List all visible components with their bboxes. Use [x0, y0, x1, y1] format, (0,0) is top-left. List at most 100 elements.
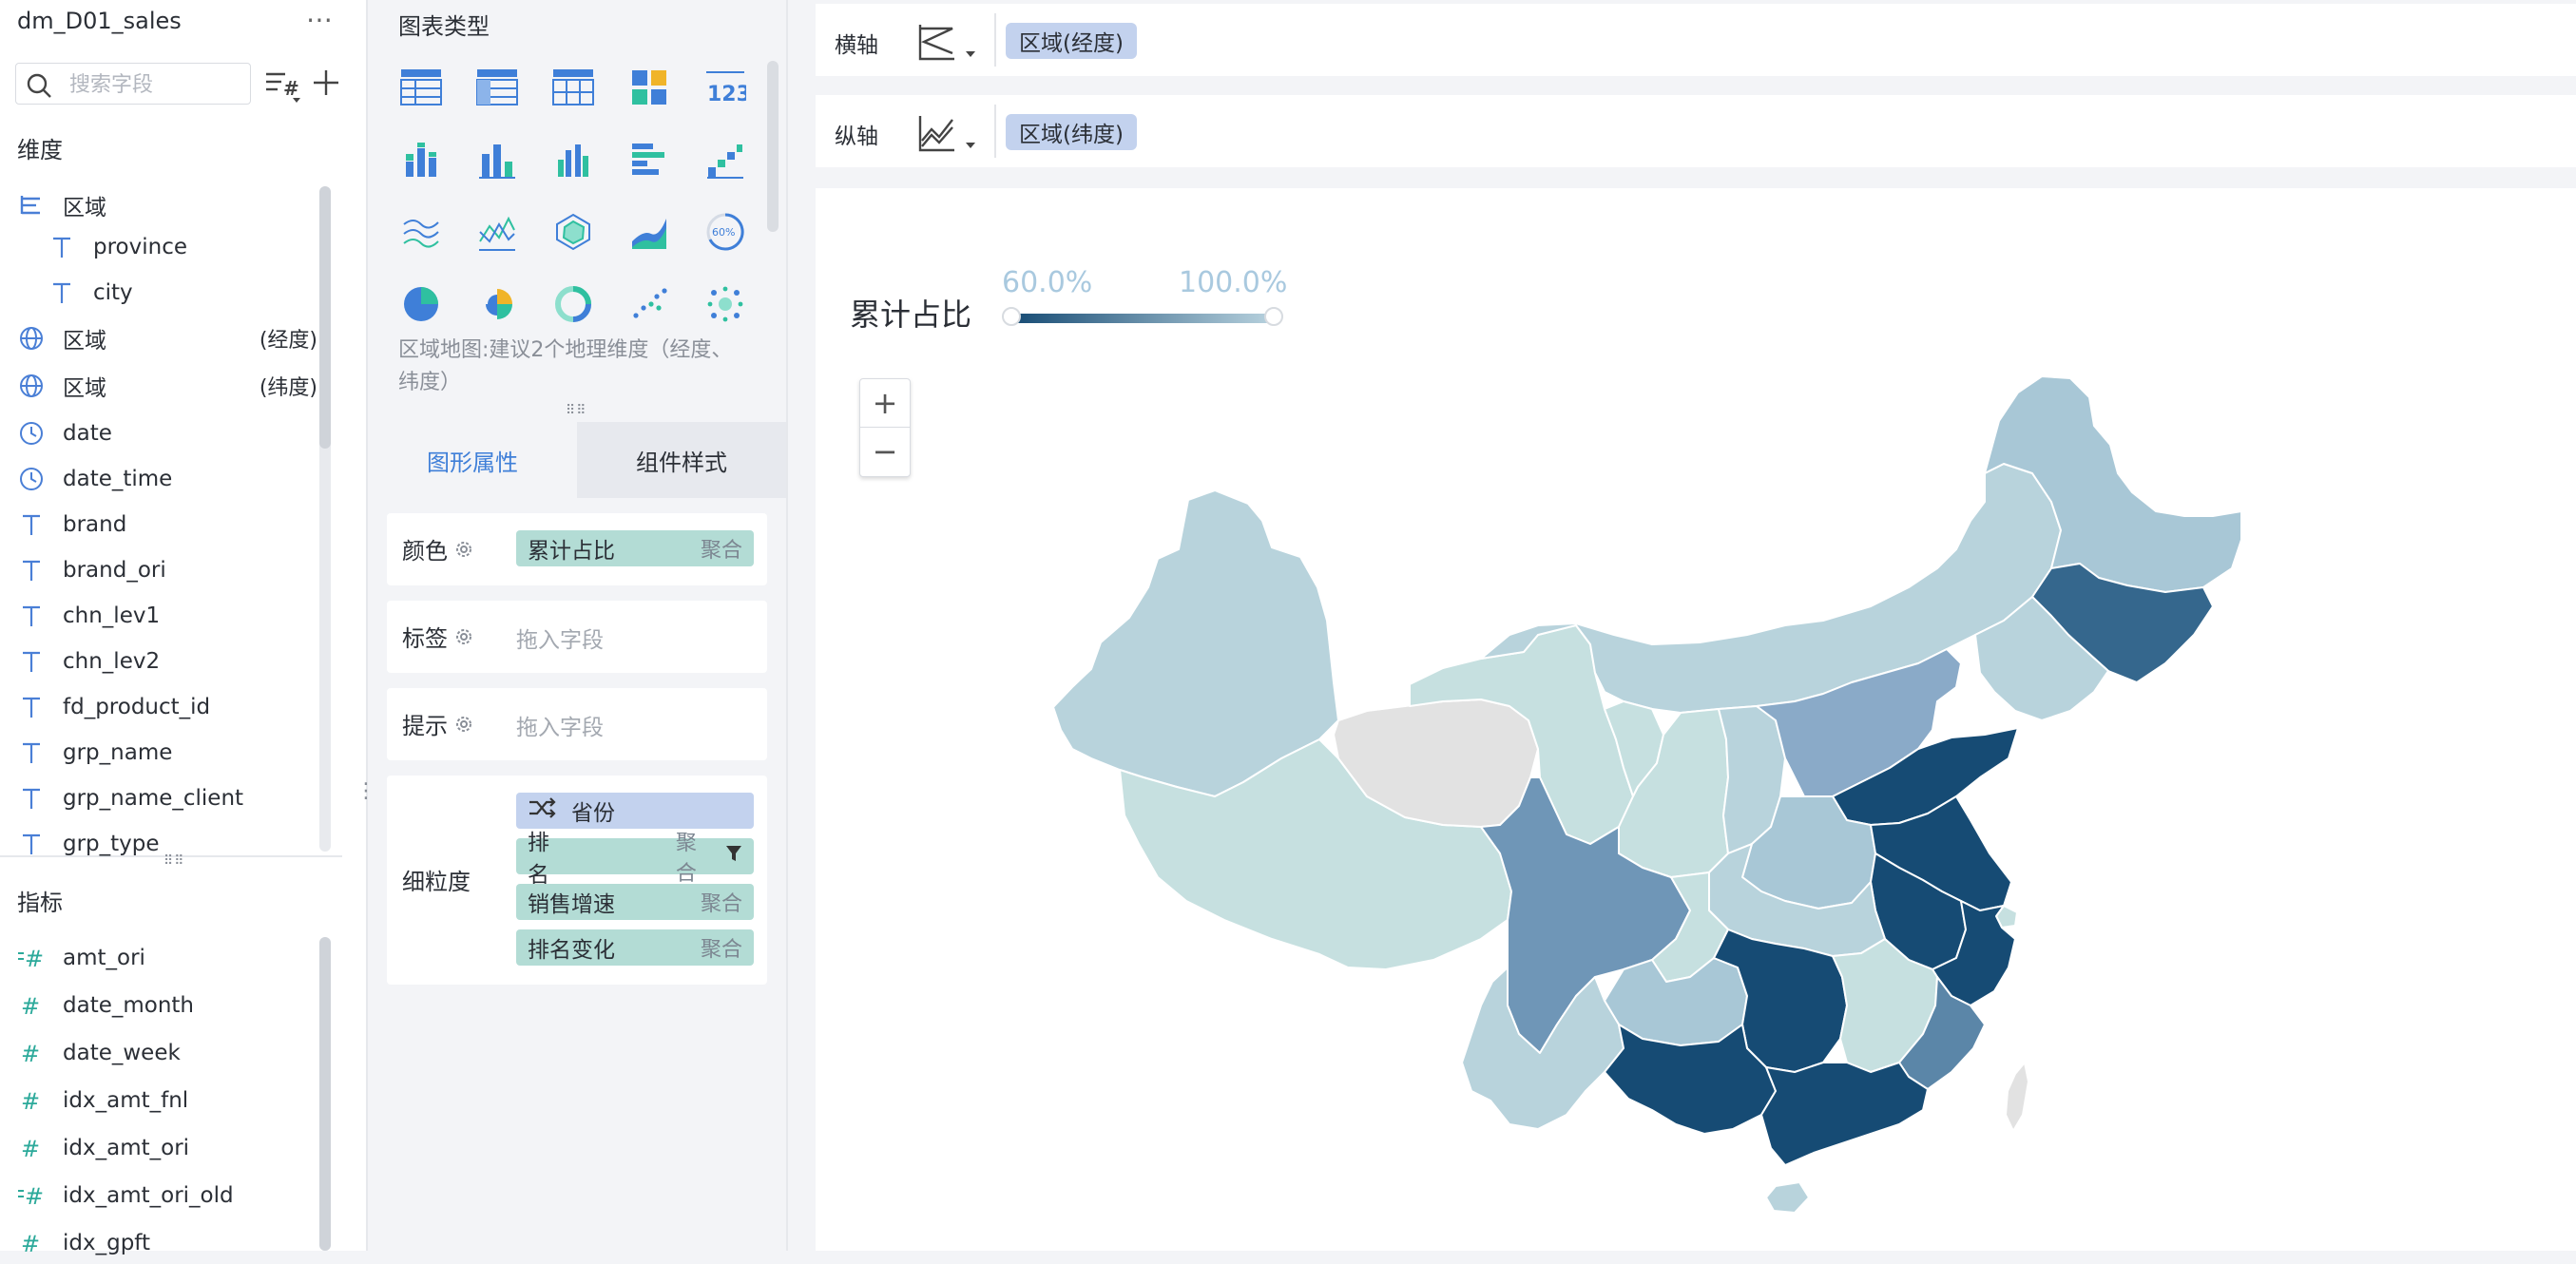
measure-field-item[interactable]: # idx_amt_ori_old: [17, 1175, 317, 1216]
dimension-field-item[interactable]: province: [48, 226, 317, 268]
dimension-field-item[interactable]: chn_lev1: [17, 595, 317, 637]
dimension-field-item[interactable]: brand_ori: [17, 549, 317, 591]
measure-field-item[interactable]: # date_week: [17, 1032, 317, 1074]
measure-scrollbar[interactable]: [319, 937, 331, 1251]
y-axis-field-pill[interactable]: 区域(纬度): [1006, 114, 1137, 150]
detail-field-pill[interactable]: 销售增速 聚合: [516, 884, 754, 920]
dimension-field-item[interactable]: 区域 (纬度): [17, 365, 317, 407]
x-axis-label: 横轴: [835, 33, 878, 58]
chart-type-stacked-bar[interactable]: [396, 135, 446, 184]
chart-type-kpi[interactable]: 123: [701, 63, 750, 112]
bubble-chart-icon: [707, 286, 743, 322]
chart-type-radar[interactable]: [548, 207, 598, 257]
add-field-icon[interactable]: [310, 67, 342, 99]
measure-field-item[interactable]: # date_month: [17, 985, 317, 1026]
hierarchy-icon: [17, 191, 46, 220]
dimension-field-item[interactable]: chn_lev2: [17, 641, 317, 682]
tooltip-drop-zone[interactable]: 拖入字段: [516, 709, 604, 741]
measure-field-item[interactable]: # idx_gpft: [17, 1222, 317, 1264]
dimension-field-label: province: [93, 235, 187, 259]
tab-component-style[interactable]: 组件样式: [577, 422, 786, 498]
dimension-field-item[interactable]: grp_name_client: [17, 777, 317, 819]
measure-field-item[interactable]: # amt_ori: [17, 937, 317, 979]
svg-text:123: 123: [707, 83, 746, 106]
chart-type-waterfall[interactable]: [701, 135, 750, 184]
chart-type-group-table[interactable]: [472, 63, 522, 112]
chart-type-heat-grid[interactable]: [625, 63, 674, 112]
chart-type-table[interactable]: [396, 63, 446, 112]
field-search-input[interactable]: [67, 69, 242, 100]
color-settings-gear-icon[interactable]: [453, 539, 474, 560]
detail-field-pill[interactable]: 排名 聚合: [516, 831, 754, 888]
chart-type-bar[interactable]: [472, 135, 522, 184]
chart-type-rose[interactable]: [472, 279, 522, 329]
measure-field-label: idx_amt_fnl: [63, 1088, 189, 1113]
chart-hint-text: 区域地图:建议2个地理维度（经度、纬度）: [398, 338, 733, 394]
x-axis-field-pill[interactable]: 区域(经度): [1006, 23, 1137, 59]
dimension-field-item[interactable]: grp_type: [17, 823, 317, 865]
gauge-chart-icon: 60%: [706, 213, 744, 251]
svg-text:#: #: [21, 1231, 40, 1255]
dimension-field-item[interactable]: 区域 (经度): [17, 317, 317, 359]
dimension-field-item[interactable]: brand: [17, 504, 317, 546]
measure-field-item[interactable]: # idx_amt_fnl: [17, 1080, 317, 1121]
tooltip-settings-gear-icon[interactable]: [453, 714, 474, 735]
dimension-field-item[interactable]: fd_product_id: [17, 686, 317, 728]
chart-type-gauge[interactable]: 60%: [701, 207, 750, 257]
china-choropleth-map[interactable]: [816, 188, 2576, 1251]
group-table-icon: [476, 69, 518, 105]
text-type-icon: [17, 647, 46, 676]
chart-types-scrollbar[interactable]: [767, 61, 779, 232]
svg-text:#: #: [21, 1041, 40, 1065]
detail-field-agg: 聚合: [675, 832, 697, 886]
dimension-scrollbar[interactable]: [319, 186, 331, 852]
region-guangdong[interactable]: [1760, 1062, 1929, 1166]
text-type-icon: [17, 784, 46, 813]
text-type-icon: [48, 278, 76, 307]
stacked-bar-icon: [406, 143, 436, 177]
detail-field-pill[interactable]: 排名变化 聚合: [516, 929, 754, 966]
chart-types-resize-handle[interactable]: ⠿⠿: [566, 403, 587, 418]
detail-field-name: 销售增速: [528, 892, 615, 917]
tab-graphic-properties[interactable]: 图形属性: [368, 422, 577, 498]
chart-type-horizontal-bar[interactable]: [625, 135, 674, 184]
chart-type-grouped-bar[interactable]: [548, 135, 598, 184]
text-type-icon: [48, 233, 76, 261]
dimension-field-item[interactable]: grp_name: [17, 732, 317, 774]
label-drop-zone[interactable]: 拖入字段: [516, 622, 604, 654]
field-search-box[interactable]: [15, 63, 251, 105]
region-hainan[interactable]: [1765, 1181, 1810, 1214]
filter-icon[interactable]: [725, 844, 742, 869]
field-sort-icon[interactable]: #: [264, 67, 302, 105]
clock-icon: [17, 465, 46, 493]
chart-type-polyline[interactable]: [472, 207, 522, 257]
chart-type-line[interactable]: [396, 207, 446, 257]
property-tabs: 图形属性 组件样式: [368, 422, 786, 498]
chart-type-donut[interactable]: [548, 279, 598, 329]
map-canvas: 累计占比 60.0% 100.0% + −: [816, 188, 2576, 1251]
dimension-field-item[interactable]: city: [48, 272, 317, 314]
table-chart-icon: [400, 69, 442, 105]
color-property: 颜色 累计占比 聚合: [387, 513, 767, 585]
chart-type-area[interactable]: [625, 207, 674, 257]
clock-icon: [17, 419, 46, 448]
chart-type-bubble[interactable]: [701, 279, 750, 329]
detail-field-agg: 聚合: [700, 892, 742, 916]
chart-type-scatter[interactable]: [625, 279, 674, 329]
dimension-scrollbar-thumb[interactable]: [319, 186, 331, 449]
measure-scrollbar-thumb[interactable]: [319, 937, 331, 1251]
dimension-field-item[interactable]: date_time: [17, 458, 317, 500]
dimension-field-item[interactable]: 区域: [17, 184, 317, 226]
y-axis-chart-type-select[interactable]: [916, 110, 985, 156]
chart-type-pie[interactable]: [396, 279, 446, 329]
color-field-pill[interactable]: 累计占比 聚合: [516, 530, 754, 566]
dimension-field-item[interactable]: date: [17, 412, 317, 454]
region-taiwan[interactable]: [2005, 1062, 2029, 1132]
x-axis-chart-type-select[interactable]: [916, 19, 985, 65]
label-settings-gear-icon[interactable]: [453, 626, 474, 647]
x-axis-bar: 横轴 区域(经度): [816, 4, 2576, 76]
chart-type-cross-table[interactable]: [548, 63, 598, 112]
measure-field-item[interactable]: # idx_amt_ori: [17, 1127, 317, 1169]
text-type-icon: [17, 738, 46, 767]
more-options-icon[interactable]: ⋯: [306, 4, 334, 35]
